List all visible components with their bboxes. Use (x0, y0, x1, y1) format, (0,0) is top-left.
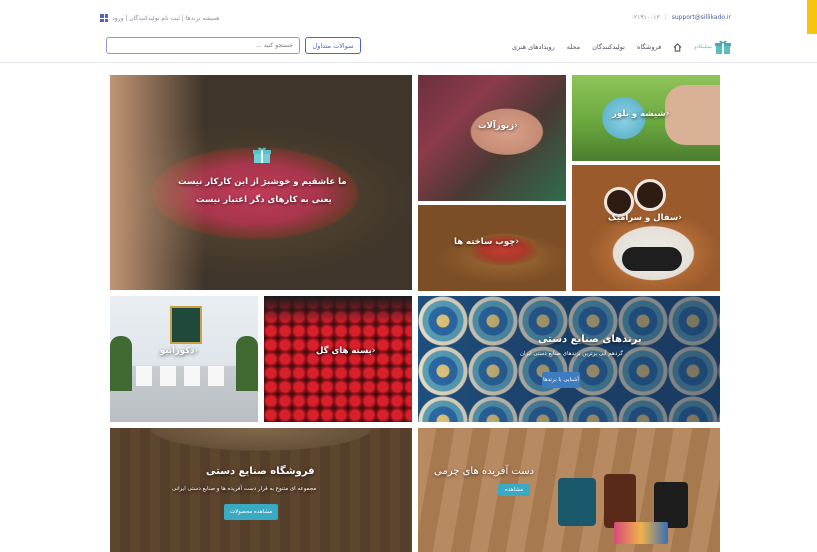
jewelry-label: ‹زیورآلات (478, 121, 521, 131)
leather-tile[interactable]: دست آفریده های چرمی مشاهده (418, 428, 720, 552)
bag-teal (558, 478, 596, 526)
search-area: سوالات متداول (106, 37, 361, 54)
chairs (136, 366, 232, 386)
ceramic-tile[interactable]: ‹سفال و سرامیک (572, 165, 720, 291)
wood-bowl-image (418, 205, 566, 291)
phone-number: ۰۲۱۹۱۰۰۱۳ (630, 14, 660, 21)
brands-button[interactable]: آشنایی با برندها (542, 372, 580, 388)
leather-title: دست آفریده های چرمی (434, 466, 535, 477)
separator: | (664, 14, 667, 21)
leather-button[interactable]: مشاهده (498, 484, 530, 496)
shop-tile[interactable]: فروشگاه صنایع دستی مجموعه ای متنوع به قر… (110, 428, 412, 552)
glass-label-text: شیشه و بلور (612, 109, 666, 119)
corner-tab[interactable] (807, 0, 817, 34)
brands-overlay (418, 296, 720, 422)
arrow-left-icon: ‹ (515, 237, 520, 247)
jewelry-tile[interactable]: ‹زیورآلات (418, 75, 566, 201)
support-email[interactable]: support@sillikado.ir (672, 14, 731, 21)
decor-tile[interactable]: ‹دکوراتیو (110, 296, 258, 422)
search-input[interactable] (106, 37, 300, 54)
arrow-left-icon: ‹ (514, 121, 518, 131)
grid-icon[interactable] (100, 14, 108, 22)
arrow-left-icon: ‹ (665, 109, 670, 119)
glass-label: ‹شیشه و بلور (612, 109, 672, 119)
flowers-label-text: بسته های گل (316, 346, 372, 356)
wood-label-text: چوب ساخته ها (454, 237, 516, 247)
main-nav: رویدادهای هنری مجله تولیدکنندگان فروشگاه… (512, 40, 731, 54)
arrow-left-icon: ‹ (371, 346, 376, 356)
shop-subtitle: مجموعه ای متنوع به قرار دست آفریده ها و … (172, 486, 317, 492)
decor-label: ‹دکوراتیو (160, 346, 201, 356)
hero-line2: یعنی به کارهای دگر اعتبار نیست (196, 195, 332, 205)
flowers-label: ‹بسته های گل (316, 346, 379, 356)
faq-button[interactable]: سوالات متداول (305, 37, 361, 54)
plate-pattern (622, 247, 682, 271)
logo-text: سیلیکادو (694, 44, 712, 50)
nav-item-producers[interactable]: تولیدکنندگان (592, 43, 625, 51)
arrow-left-icon: ‹ (678, 213, 682, 223)
header: همیشه برندها | ثبت نام تولیدکنندگان | ور… (0, 0, 817, 63)
contact-info: ۰۲۱۹۱۰۰۱۳ | support@sillikado.ir (631, 14, 731, 21)
glass-tile[interactable]: ‹شیشه و بلور (572, 75, 720, 161)
arm-shape (665, 85, 720, 145)
bag-brown (604, 474, 636, 528)
wood-label: ‹چوب ساخته ها (454, 237, 522, 247)
shop-button[interactable]: مشاهده محصولات (224, 504, 278, 520)
hero-line1: ما عاشقیم و خوشبرَ از این کارکار نیست (178, 177, 347, 187)
jewelry-label-text: زیورآلات (478, 121, 515, 131)
wall-frame (170, 306, 202, 344)
brands-tile[interactable]: برندهای صنایع دستی گردهم آیی برترین برند… (418, 296, 720, 422)
hero-tile[interactable]: ما عاشقیم و خوشبرَ از این کارکار نیست یع… (110, 75, 412, 290)
nav-item-events[interactable]: رویدادهای هنری (512, 43, 555, 51)
flowers-tile[interactable]: ‹بسته های گل (264, 296, 412, 422)
arrow-left-icon: ‹ (194, 346, 199, 356)
cup-right (634, 179, 666, 211)
wallet (614, 522, 668, 544)
ceramic-label-text: سفال و سرامیک (608, 213, 679, 223)
brands-subtitle: گردهم آیی برترین برندهای صنایع دستی ایرا… (520, 351, 623, 357)
site-logo[interactable]: سیلیکادو (694, 40, 731, 54)
shop-title: فروشگاه صنایع دستی (206, 466, 315, 477)
nav-item-shop[interactable]: فروشگاه (637, 43, 661, 51)
gift-logo-icon (715, 40, 731, 54)
nav-item-magazine[interactable]: مجله (567, 43, 580, 51)
jewelry-image (418, 75, 566, 201)
wood-tile[interactable]: ‹چوب ساخته ها (418, 205, 566, 291)
utility-links: همیشه برندها | ثبت نام تولیدکنندگان | ور… (100, 14, 219, 22)
plant-left (110, 336, 132, 391)
gift-icon (253, 147, 271, 163)
decor-label-text: دکوراتیو (160, 346, 195, 356)
brands-title: برندهای صنایع دستی (538, 334, 642, 345)
utility-links-text[interactable]: همیشه برندها | ثبت نام تولیدکنندگان | ور… (112, 15, 219, 22)
home-icon[interactable] (673, 42, 682, 52)
box-edge (264, 296, 412, 324)
ceramic-label: ‹سفال و سرامیک (608, 213, 685, 223)
plant-right (236, 336, 258, 391)
